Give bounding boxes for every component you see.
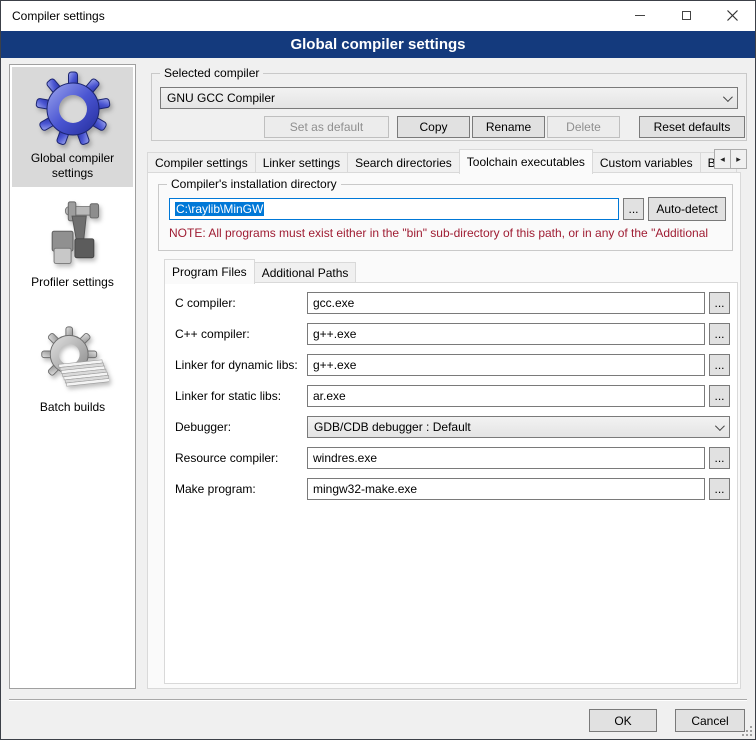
installation-directory-group: Compiler's installation directory C:\ray… bbox=[158, 184, 733, 251]
compiler-settings-dialog: Compiler settings Global compiler settin… bbox=[0, 0, 756, 740]
minimize-icon bbox=[635, 15, 645, 16]
make-program-value: mingw32-make.exe bbox=[313, 482, 417, 496]
static-linker-label: Linker for static libs: bbox=[175, 385, 281, 407]
cancel-button[interactable]: Cancel bbox=[675, 709, 745, 732]
footer-divider bbox=[9, 699, 747, 701]
cpp-compiler-browse-button[interactable]: ... bbox=[709, 323, 730, 345]
make-program-input[interactable]: mingw32-make.exe bbox=[307, 478, 705, 500]
chevron-down-icon bbox=[723, 92, 733, 102]
static-linker-browse-button[interactable]: ... bbox=[709, 385, 730, 407]
debugger-value: GDB/CDB debugger : Default bbox=[314, 420, 471, 434]
tab-scroll-buttons: ◂ ▸ bbox=[715, 149, 747, 169]
title-bar[interactable]: Compiler settings bbox=[1, 1, 755, 31]
sidebar-item-label: Profiler settings bbox=[12, 275, 133, 296]
caption-buttons bbox=[617, 1, 755, 30]
chevron-down-icon bbox=[715, 421, 725, 431]
resource-compiler-label: Resource compiler: bbox=[175, 447, 278, 469]
sidebar-item-global-compiler-settings[interactable]: Global compiler settings bbox=[12, 67, 133, 187]
tab-scroll-left-button[interactable]: ◂ bbox=[714, 149, 731, 169]
compiler-select[interactable]: GNU GCC Compiler bbox=[160, 87, 738, 109]
static-linker-value: ar.exe bbox=[313, 389, 346, 403]
dynamic-linker-label: Linker for dynamic libs: bbox=[175, 354, 298, 376]
maximize-icon bbox=[682, 11, 691, 20]
settings-category-sidebar: Global compiler settings Profiler settin… bbox=[9, 64, 136, 689]
close-icon bbox=[727, 10, 738, 21]
dynamic-linker-input[interactable]: g++.exe bbox=[307, 354, 705, 376]
installation-directory-legend: Compiler's installation directory bbox=[167, 177, 341, 191]
make-program-label: Make program: bbox=[175, 478, 256, 500]
profiler-caliper-icon bbox=[37, 199, 109, 271]
installation-directory-browse-button[interactable]: ... bbox=[623, 198, 644, 220]
tab-custom-variables[interactable]: Custom variables bbox=[592, 152, 701, 173]
scroll-right-icon: ▸ bbox=[736, 154, 741, 165]
debugger-select[interactable]: GDB/CDB debugger : Default bbox=[307, 416, 730, 438]
compiler-select-value: GNU GCC Compiler bbox=[167, 91, 275, 105]
copy-button[interactable]: Copy bbox=[397, 116, 470, 138]
toolchain-executables-page: Compiler's installation directory C:\ray… bbox=[147, 172, 741, 689]
sidebar-item-profiler-settings[interactable]: Profiler settings bbox=[12, 195, 133, 297]
cpp-compiler-label: C++ compiler: bbox=[175, 323, 250, 345]
ok-button[interactable]: OK bbox=[589, 709, 657, 732]
window-title: Compiler settings bbox=[12, 9, 105, 23]
batch-builds-icon bbox=[37, 324, 109, 396]
auto-detect-button[interactable]: Auto-detect bbox=[648, 197, 726, 221]
maximize-button[interactable] bbox=[663, 1, 709, 30]
tab-linker-settings[interactable]: Linker settings bbox=[255, 152, 348, 173]
blue-gear-icon bbox=[35, 71, 111, 147]
make-program-browse-button[interactable]: ... bbox=[709, 478, 730, 500]
program-files-page: C compiler: gcc.exe ... C++ compiler: g+… bbox=[164, 282, 738, 684]
tab-program-files[interactable]: Program Files bbox=[164, 259, 255, 284]
tab-compiler-settings[interactable]: Compiler settings bbox=[147, 152, 256, 173]
sidebar-item-label: Batch builds bbox=[12, 400, 133, 421]
tab-additional-paths[interactable]: Additional Paths bbox=[254, 262, 357, 283]
sidebar-item-label: Global compiler settings bbox=[12, 151, 133, 187]
cpp-compiler-value: g++.exe bbox=[313, 327, 356, 341]
c-compiler-value: gcc.exe bbox=[313, 296, 354, 310]
delete-button[interactable]: Delete bbox=[547, 116, 620, 138]
cpp-compiler-input[interactable]: g++.exe bbox=[307, 323, 705, 345]
debugger-label: Debugger: bbox=[175, 416, 231, 438]
c-compiler-label: C compiler: bbox=[175, 292, 236, 314]
resource-compiler-value: windres.exe bbox=[313, 451, 377, 465]
dynamic-linker-value: g++.exe bbox=[313, 358, 356, 372]
resize-grip-icon[interactable] bbox=[750, 734, 752, 736]
set-as-default-button[interactable]: Set as default bbox=[264, 116, 389, 138]
page-title: Global compiler settings bbox=[1, 31, 755, 58]
tab-scroll-right-button[interactable]: ▸ bbox=[730, 149, 747, 169]
resource-compiler-input[interactable]: windres.exe bbox=[307, 447, 705, 469]
tab-search-directories[interactable]: Search directories bbox=[347, 152, 460, 173]
sidebar-item-batch-builds[interactable]: Batch builds bbox=[12, 320, 133, 422]
bin-subdirectory-note: NOTE: All programs must exist either in … bbox=[169, 226, 730, 240]
resource-compiler-browse-button[interactable]: ... bbox=[709, 447, 730, 469]
compiler-tabs: Compiler settings Linker settings Search… bbox=[147, 148, 747, 173]
reset-defaults-button[interactable]: Reset defaults bbox=[639, 116, 745, 138]
toolchain-subtabs: Program Files Additional Paths bbox=[164, 258, 734, 283]
installation-directory-input[interactable]: C:\raylib\MinGW bbox=[169, 198, 619, 220]
c-compiler-browse-button[interactable]: ... bbox=[709, 292, 730, 314]
selected-compiler-group: Selected compiler GNU GCC Compiler Set a… bbox=[151, 73, 747, 141]
c-compiler-input[interactable]: gcc.exe bbox=[307, 292, 705, 314]
minimize-button[interactable] bbox=[617, 1, 663, 30]
selected-compiler-legend: Selected compiler bbox=[160, 66, 263, 80]
dynamic-linker-browse-button[interactable]: ... bbox=[709, 354, 730, 376]
scroll-left-icon: ◂ bbox=[720, 154, 725, 165]
tab-toolchain-executables[interactable]: Toolchain executables bbox=[459, 149, 593, 174]
installation-directory-value: C:\raylib\MinGW bbox=[175, 202, 264, 216]
close-button[interactable] bbox=[709, 1, 755, 30]
static-linker-input[interactable]: ar.exe bbox=[307, 385, 705, 407]
rename-button[interactable]: Rename bbox=[472, 116, 545, 138]
